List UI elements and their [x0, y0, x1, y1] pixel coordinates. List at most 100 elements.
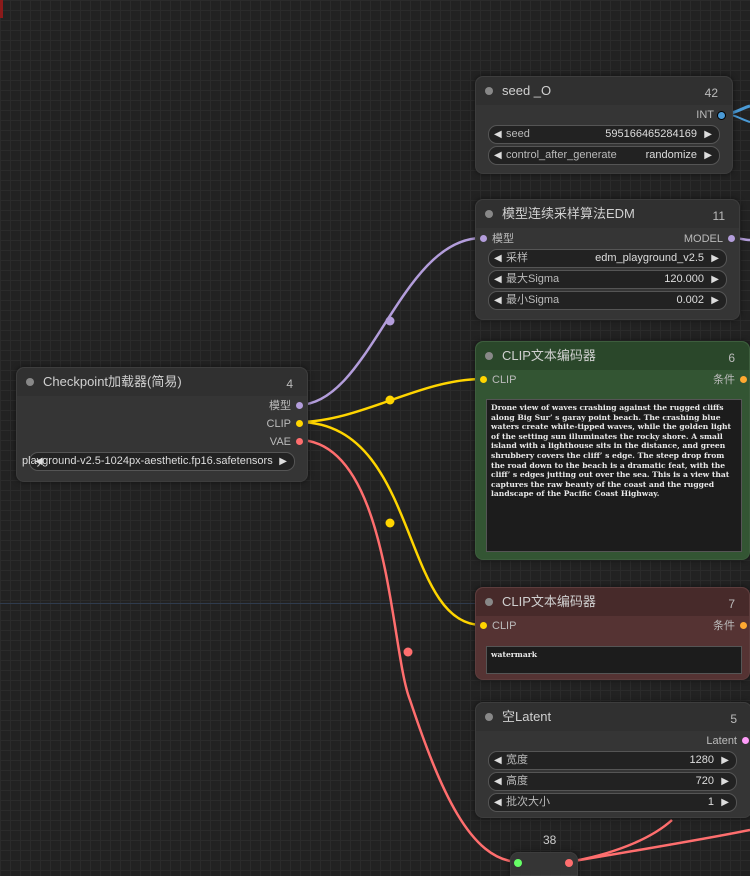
node-title-bar[interactable]: CLIP文本编码器 6 [476, 342, 749, 370]
increment-arrow-icon[interactable]: ▶ [704, 126, 712, 143]
input-slot-clip[interactable]: CLIP [480, 619, 516, 633]
wire-model [297, 236, 483, 407]
slot-dot-icon[interactable] [296, 438, 303, 445]
ckpt-name-widget[interactable]: ◀ playground-v2.5-1024px-aesthetic.fp16.… [22, 452, 295, 471]
slot-dot-icon[interactable] [296, 420, 303, 427]
reroute-input-dot-icon[interactable] [514, 859, 522, 867]
output-slot-conditioning[interactable]: 条件 [687, 619, 747, 633]
increment-arrow-icon[interactable]: ▶ [711, 292, 719, 309]
slot-dot-icon[interactable] [728, 235, 735, 242]
increment-arrow-icon[interactable]: ▶ [704, 147, 712, 164]
widget-value: playground-v2.5-1024px-aesthetic.fp16.sa… [22, 455, 273, 467]
widget-value: randomize [645, 149, 697, 161]
node-title: CLIP文本编码器 [502, 348, 596, 363]
decrement-arrow-icon[interactable]: ◀ [494, 794, 502, 811]
output-slot-latent[interactable]: Latent [669, 734, 749, 748]
prompt-text-area[interactable]: Drone view of waves crashing against the… [486, 399, 742, 552]
width-widget[interactable]: ◀ 宽度 1280 ▶ [488, 751, 737, 770]
max-sigma-widget[interactable]: ◀ 最大Sigma 120.000 ▶ [488, 270, 727, 289]
output-slot-vae[interactable]: VAE [223, 435, 303, 449]
decrement-arrow-icon[interactable]: ◀ [494, 250, 502, 267]
negative-prompt-text-area[interactable]: watermark [486, 646, 742, 674]
slot-label: 模型 [269, 400, 291, 412]
slot-label: CLIP [266, 418, 291, 430]
widget-value: 720 [695, 775, 714, 787]
empty-latent-node[interactable]: 空Latent 5 Latent ◀ 宽度 1280 ▶ ◀ 高度 720 ▶ … [475, 702, 750, 818]
output-slot-model[interactable]: MODEL [655, 232, 735, 246]
clip-text-encode-negative-node[interactable]: CLIP文本编码器 7 CLIP 条件 watermark [475, 587, 750, 680]
widget-value: 595166465284169 [605, 128, 697, 140]
seed-widget[interactable]: ◀ seed 595166465284169 ▶ [488, 125, 720, 144]
node-title: seed _O [502, 83, 552, 98]
wire-clip-pos [297, 377, 483, 424]
decrement-arrow-icon[interactable]: ◀ [494, 147, 502, 164]
widget-label: 宽度 [506, 754, 528, 766]
sampling-widget[interactable]: ◀ 采样 edm_playground_v2.5 ▶ [488, 249, 727, 268]
output-slot-model[interactable]: 模型 [223, 399, 303, 413]
slot-label: 模型 [492, 233, 514, 245]
input-slot-model[interactable]: 模型 [480, 232, 514, 246]
reroute-node[interactable] [510, 852, 578, 876]
increment-arrow-icon[interactable]: ▶ [721, 752, 729, 769]
clip-text-encode-positive-node[interactable]: CLIP文本编码器 6 CLIP 条件 Drone view of waves … [475, 341, 750, 560]
increment-arrow-icon[interactable]: ▶ [711, 271, 719, 288]
widget-label: 高度 [506, 775, 528, 787]
collapse-dot-icon[interactable] [485, 352, 493, 360]
slot-dot-icon[interactable] [742, 737, 749, 744]
increment-arrow-icon[interactable]: ▶ [711, 250, 719, 267]
node-title-bar[interactable]: 空Latent 5 [476, 703, 750, 731]
reroute-node-id: 38 [543, 833, 557, 847]
slot-dot-icon[interactable] [480, 235, 487, 242]
widget-value: 120.000 [664, 273, 704, 285]
output-slot-int[interactable]: INT [666, 108, 726, 122]
node-title-bar[interactable]: CLIP文本编码器 7 [476, 588, 749, 616]
node-title-bar[interactable]: 模型连续采样算法EDM 11 [476, 200, 739, 228]
increment-arrow-icon[interactable]: ▶ [721, 794, 729, 811]
reroute-output-dot-icon[interactable] [565, 859, 573, 867]
collapse-dot-icon[interactable] [485, 713, 493, 721]
input-slot-clip[interactable]: CLIP [480, 373, 516, 387]
collapse-dot-icon[interactable] [485, 87, 493, 95]
batch-size-widget[interactable]: ◀ 批次大小 1 ▶ [488, 793, 737, 812]
node-id: 4 [286, 377, 293, 391]
node-title: Checkpoint加载器(简易) [43, 374, 182, 389]
increment-arrow-icon[interactable]: ▶ [721, 773, 729, 790]
collapse-dot-icon[interactable] [26, 378, 34, 386]
wire-reroute-out-2 [567, 828, 750, 864]
decrement-arrow-icon[interactable]: ◀ [494, 292, 502, 309]
slot-label: MODEL [683, 233, 723, 245]
output-slot-clip[interactable]: CLIP [223, 417, 303, 431]
output-slot-conditioning[interactable]: 条件 [687, 373, 747, 387]
node-title-bar[interactable]: seed _O 42 [476, 77, 732, 105]
min-sigma-widget[interactable]: ◀ 最小Sigma 0.002 ▶ [488, 291, 727, 310]
decrement-arrow-icon[interactable]: ◀ [494, 126, 502, 143]
slot-label: CLIP [492, 374, 517, 386]
edm-sampling-node[interactable]: 模型连续采样算法EDM 11 模型 MODEL ◀ 采样 edm_playgro… [475, 199, 740, 320]
slot-dot-icon[interactable] [296, 402, 303, 409]
decrement-arrow-icon[interactable]: ◀ [494, 773, 502, 790]
slot-label: 条件 [713, 374, 735, 386]
widget-label: 最大Sigma [506, 273, 560, 285]
wire-clip-pos-midpoint [385, 395, 395, 405]
decrement-arrow-icon[interactable]: ◀ [494, 271, 502, 288]
node-title-bar[interactable]: Checkpoint加载器(简易) 4 [17, 368, 307, 396]
increment-arrow-icon[interactable]: ▶ [279, 453, 287, 470]
collapse-dot-icon[interactable] [485, 598, 493, 606]
node-title: CLIP文本编码器 [502, 594, 596, 609]
slot-dot-icon[interactable] [740, 622, 747, 629]
slot-label: 条件 [713, 620, 735, 632]
slot-dot-icon[interactable] [740, 376, 747, 383]
wire-vae-midpoint [403, 647, 413, 657]
checkpoint-loader-node[interactable]: Checkpoint加载器(简易) 4 模型 CLIP VAE ◀ playgr… [16, 367, 308, 482]
slot-dot-icon[interactable] [480, 376, 487, 383]
slot-label: VAE [269, 436, 291, 448]
node-id: 42 [704, 86, 718, 100]
slot-dot-icon[interactable] [717, 111, 726, 120]
collapse-dot-icon[interactable] [485, 210, 493, 218]
control-after-generate-widget[interactable]: ◀ control_after_generate randomize ▶ [488, 146, 720, 165]
decrement-arrow-icon[interactable]: ◀ [494, 752, 502, 769]
seed-node[interactable]: seed _O 42 INT ◀ seed 595166465284169 ▶ … [475, 76, 733, 174]
prompt-text: Drone view of waves crashing against the… [491, 403, 732, 499]
height-widget[interactable]: ◀ 高度 720 ▶ [488, 772, 737, 791]
slot-dot-icon[interactable] [480, 622, 487, 629]
